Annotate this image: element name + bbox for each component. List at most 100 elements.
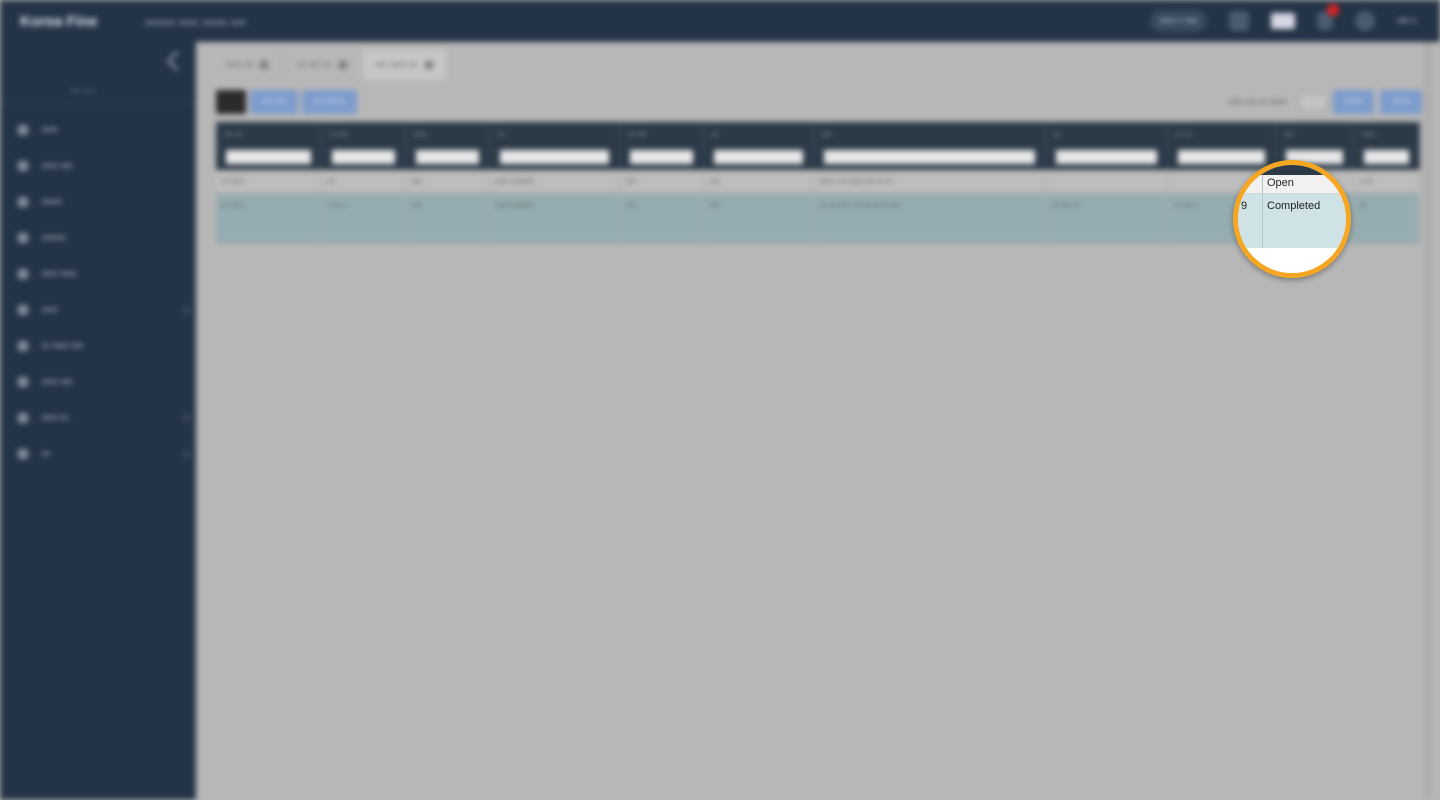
column-header[interactable]: ▪▪ — [490, 122, 620, 170]
sidebar-item-10[interactable]: ▪▪ — [18, 446, 190, 462]
blurred-background: Korea Fine ▪▪▪▪▪▪ ▪▪▪▪ ▪▪▪▪▪ ▪▪▪ ▪▪▪▪ ▪ … — [0, 0, 1440, 800]
column-title: ▪▪▪ ▪▪ — [224, 129, 243, 139]
sidebar: ▪▪▪ ▪▪▪ ▪▪▪▪ ▪▪▪▪ ▪▪▪ ▪▪▪▪▪ ▪▪▪▪▪▪ ▪▪▪▪ ▪▪▪▪… — [0, 42, 196, 800]
notification-bell-icon[interactable] — [1317, 4, 1340, 30]
chevron-down-icon[interactable] — [180, 449, 190, 459]
column-header[interactable]: ▪▪ ▪▪▪ — [322, 122, 406, 170]
sidebar-item-4[interactable]: ▪▪▪▪▪▪ — [18, 230, 188, 246]
column-filter-input[interactable] — [332, 150, 395, 164]
magnified-header — [1238, 165, 1346, 175]
chart-icon — [18, 377, 28, 387]
sidebar-item-7[interactable]: ▪▪ ▪▪▪▪ ▪▪▪ — [18, 338, 188, 354]
sidebar-item-label: ▪▪▪▪ — [42, 124, 58, 136]
menu-button[interactable] — [216, 90, 246, 114]
toolbar-right-button-1[interactable]: ▪▪▪▪▪ — [1332, 90, 1375, 114]
table-cell: ▪▪ ▪▪▪▪ — [216, 194, 322, 243]
help-icon[interactable] — [1355, 11, 1376, 31]
column-title: ▪▪▪ — [822, 129, 832, 139]
table-cell: ▪ ▪▪ — [1354, 170, 1420, 193]
archive-icon — [18, 413, 28, 423]
column-title: ▪▪ — [498, 129, 505, 139]
folder-icon — [18, 233, 28, 243]
tab-label: ▪▪▪▪ ▪▪ — [226, 59, 253, 71]
grid-header: ▪▪▪ ▪▪ ▪▪ ▪▪▪ ▪▪▪▪ ▪▪ ▪▪ ▪▪▪ ▪▪ ▪▪▪ ▪▪ ▪▪ ▪▪ ▪▪▪ ▪… — [216, 122, 1420, 170]
column-header[interactable]: ▪▪ ▪▪ — [1168, 122, 1276, 170]
column-filter-input[interactable] — [416, 150, 479, 164]
adjacent-cell-value: 9 — [1241, 200, 1248, 212]
column-filter-input[interactable] — [630, 150, 693, 164]
sidebar-item-1[interactable]: ▪▪▪▪ — [18, 122, 188, 138]
breadcrumb: ▪▪▪▪▪▪ ▪▪▪▪ ▪▪▪▪▪ ▪▪▪ — [145, 14, 247, 30]
sidebar-item-8[interactable]: ▪▪▪▪ ▪▪▪ — [18, 374, 188, 390]
table-cell: ▪▪▪ — [620, 170, 704, 193]
gear-icon — [18, 449, 28, 459]
status-cell-open[interactable]: Open — [1267, 177, 1294, 189]
sidebar-item-6[interactable]: ▪▪▪▪ — [18, 302, 190, 318]
column-filter-input[interactable] — [226, 150, 311, 164]
column-title: ▪▪▪ — [1284, 129, 1294, 139]
column-header[interactable]: ▪▪ ▪▪▪ — [620, 122, 704, 170]
table-cell: ▪ ▪▪ ▪ — [322, 194, 406, 243]
column-title: ▪▪ ▪▪▪ — [330, 129, 349, 139]
vertical-scrollbar[interactable] — [1424, 42, 1432, 800]
sidebar-item-label: ▪▪▪▪ ▪▪▪▪ — [42, 268, 77, 280]
column-title: ▪▪ ▪▪ — [1176, 129, 1192, 139]
collapse-sidebar-icon[interactable] — [167, 51, 187, 71]
table-cell: ▪▪▪ — [704, 170, 814, 193]
toolbar-right-label: ▪▪▪▪ ▪▪▪ ▪▪ ▪▪▪▪▪ — [1228, 96, 1287, 108]
language-selector[interactable]: ▪▪▪▪ ▪ ▪▪▪ — [1150, 10, 1208, 32]
tab-2[interactable]: ▪▪ ▪▪▪ ▪▪ — [283, 50, 362, 80]
top-navigation-bar: Korea Fine ▪▪▪▪▪▪ ▪▪▪▪ ▪▪▪▪▪ ▪▪▪ ▪▪▪▪ ▪ … — [0, 0, 1440, 42]
table-cell: ▪▪▪▪ ▪▪▪▪▪▪▪ — [490, 194, 620, 243]
toolbar-button-2[interactable]: ▪▪ ▪▪▪▪▪▪ — [302, 90, 358, 114]
sidebar-item-label: ▪▪ ▪▪▪▪ ▪▪▪ — [42, 340, 84, 352]
table-cell — [1046, 170, 1168, 193]
sidebar-item-label: ▪▪ — [42, 448, 50, 460]
column-header[interactable]: ▪▪▪▪ — [1354, 122, 1420, 170]
user-menu[interactable]: ▪▪▪ ▪ — [1397, 15, 1416, 27]
column-filter-input[interactable] — [1178, 150, 1265, 164]
column-filter-input[interactable] — [714, 150, 803, 164]
page-size-select[interactable] — [1298, 93, 1327, 111]
column-header[interactable]: ▪▪▪▪ — [406, 122, 490, 170]
close-icon[interactable] — [425, 61, 434, 69]
table-cell: ▪▪▪ — [620, 194, 704, 243]
home-icon[interactable] — [1229, 11, 1250, 31]
column-filter-input[interactable] — [500, 150, 609, 164]
column-filter-input[interactable] — [824, 150, 1035, 164]
sidebar-item-5[interactable]: ▪▪▪▪ ▪▪▪▪ — [18, 266, 188, 282]
chevron-down-icon[interactable] — [180, 413, 190, 423]
main-content: ▪▪▪▪ ▪▪ ▪▪ ▪▪▪ ▪▪ ▪▪▪ ▪▪▪▪ ▪▪ ▪▪▪ ▪▪▪ ▪▪… — [196, 42, 1440, 800]
sidebar-item-label: ▪▪▪▪ — [42, 304, 58, 316]
column-title: ▪▪▪▪ — [1362, 129, 1375, 139]
column-filter-input[interactable] — [1364, 150, 1409, 164]
status-cell-completed[interactable]: Completed — [1267, 200, 1320, 212]
sidebar-item-9[interactable]: ▪▪▪▪ ▪▪ — [18, 410, 190, 426]
sidebar-item-2[interactable]: ▪▪▪▪ ▪▪▪ — [18, 158, 188, 174]
tab-3[interactable]: ▪▪▪ ▪▪▪▪ ▪▪ — [361, 50, 449, 80]
magnified-column-divider — [1262, 175, 1263, 248]
column-title: ▪▪ ▪▪▪ — [628, 129, 647, 139]
chevron-down-icon[interactable] — [180, 305, 190, 315]
tab-label: ▪▪▪ ▪▪▪▪ ▪▪ — [375, 59, 418, 71]
close-icon[interactable] — [338, 61, 347, 69]
grid-toolbar: ▪▪▪ ▪▪▪ ▪▪ ▪▪▪▪▪▪ — [216, 90, 358, 114]
tab-1[interactable]: ▪▪▪▪ ▪▪ — [212, 50, 284, 80]
column-title: ▪▪ — [1054, 129, 1061, 139]
flag-icon[interactable] — [1271, 13, 1296, 29]
toolbar-right-button-2[interactable]: ▪▪▪▪▪ — [1380, 90, 1422, 114]
sidebar-item-3[interactable]: ▪▪▪▪▪ — [18, 194, 188, 210]
column-header[interactable]: ▪▪▪ — [814, 122, 1046, 170]
table-cell: ▪▪▪ — [406, 194, 490, 243]
column-filter-input[interactable] — [1056, 150, 1157, 164]
magnifier-lens: Open 9 Completed — [1233, 160, 1351, 278]
report-icon — [18, 269, 28, 279]
list-icon — [18, 161, 28, 171]
toolbar-button-1[interactable]: ▪▪▪ ▪▪▪ — [250, 90, 299, 114]
column-header[interactable]: ▪▪▪ ▪▪ — [216, 122, 322, 170]
column-header[interactable]: ▪▪ — [1046, 122, 1168, 170]
brand-logo[interactable]: Korea Fine — [20, 13, 98, 30]
close-icon[interactable] — [260, 61, 269, 69]
column-header[interactable]: ▪▪ — [704, 122, 814, 170]
sidebar-item-label: ▪▪▪▪▪▪ — [42, 232, 66, 244]
